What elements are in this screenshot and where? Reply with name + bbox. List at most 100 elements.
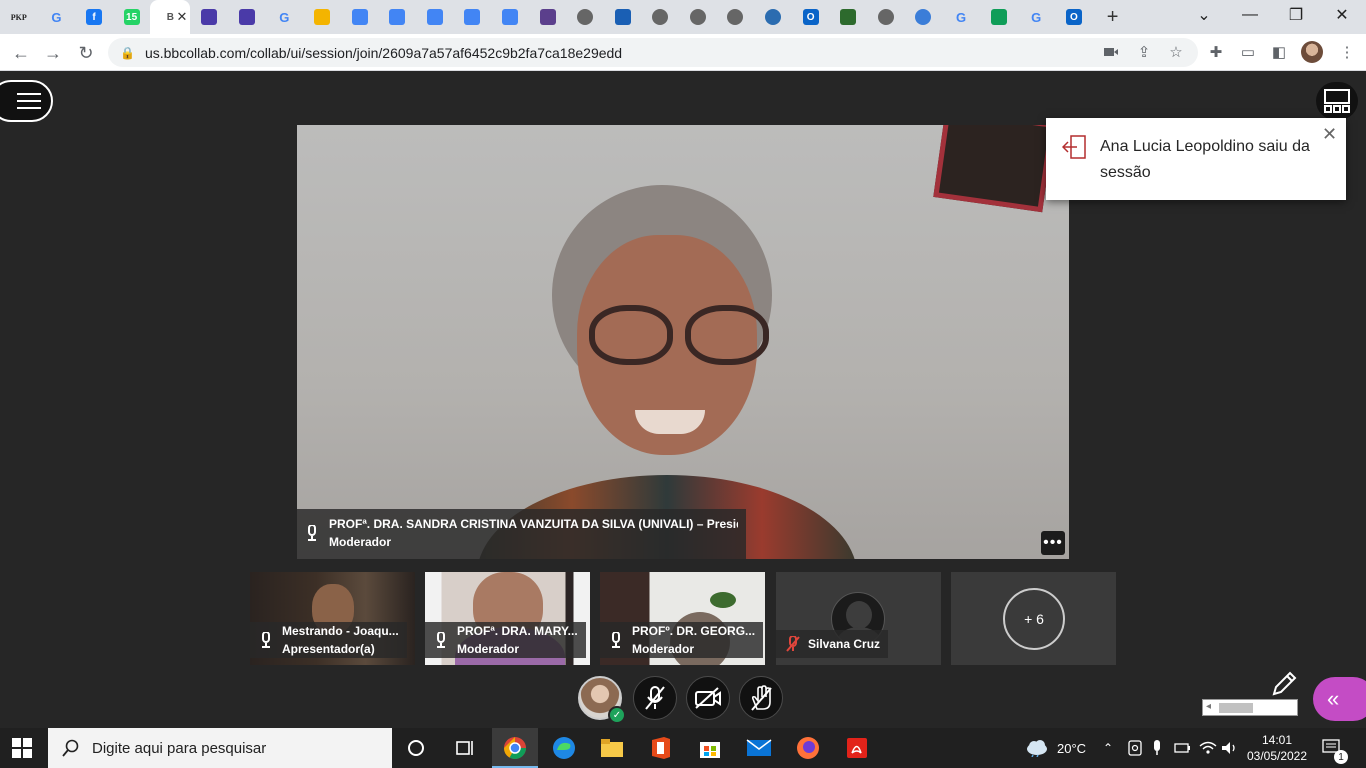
participant-role: Apresentador(a) xyxy=(282,642,375,656)
back-icon[interactable]: ← xyxy=(8,40,34,66)
browser-tab[interactable] xyxy=(905,0,943,34)
browser-tab[interactable] xyxy=(378,0,416,34)
speaker-more-options-button[interactable]: ••• xyxy=(1041,531,1065,555)
browser-tab[interactable] xyxy=(867,0,905,34)
tab-search-icon[interactable]: ⌄ xyxy=(1181,0,1227,30)
browser-tab[interactable] xyxy=(829,0,867,34)
browser-tab[interactable] xyxy=(754,0,792,34)
edge-taskbar-icon[interactable] xyxy=(549,734,579,762)
horizontal-scrollbar[interactable]: ◂ xyxy=(1202,699,1298,716)
browser-tab[interactable]: O xyxy=(1055,0,1093,34)
mail-icon xyxy=(614,9,631,25)
firefox-icon[interactable] xyxy=(793,734,823,762)
chrome-taskbar-icon[interactable] xyxy=(500,734,530,762)
participant-name: Silvana Cruz xyxy=(808,637,881,651)
browser-tab[interactable] xyxy=(717,0,755,34)
scroll-left-icon[interactable]: ◂ xyxy=(1206,701,1211,712)
participant-role: Moderador xyxy=(632,642,695,656)
scrollbar-thumb[interactable] xyxy=(1219,703,1253,713)
microphone-icon xyxy=(260,632,272,648)
forward-icon[interactable]: → xyxy=(40,40,66,66)
raise-hand-button[interactable] xyxy=(739,676,783,720)
share-icon[interactable]: ⇪ xyxy=(1133,41,1155,63)
browser-tab[interactable]: O xyxy=(792,0,830,34)
camera-blocked-icon[interactable] xyxy=(1100,41,1122,63)
browser-tab[interactable]: G xyxy=(38,0,76,34)
extensions-icon[interactable]: ✚ xyxy=(1205,41,1227,63)
browser-tab[interactable] xyxy=(679,0,717,34)
participant-tile[interactable]: PROFª. DRA. MARY... Moderador xyxy=(425,572,590,665)
browser-tab[interactable] xyxy=(566,0,604,34)
more-participants-count[interactable]: + 6 xyxy=(1003,588,1065,650)
microphone-in-use-icon[interactable] xyxy=(1152,728,1162,768)
session-menu-button[interactable] xyxy=(0,80,53,122)
my-status-button[interactable]: ✓ xyxy=(578,676,626,724)
browser-tab[interactable]: f xyxy=(75,0,113,34)
bookmark-star-icon[interactable]: ☆ xyxy=(1165,41,1187,63)
globe-icon xyxy=(877,9,894,25)
browser-tab[interactable]: PKP xyxy=(0,0,38,34)
participant-tile[interactable]: PROFº. DR. GEORG... Moderador xyxy=(600,572,765,665)
show-hidden-icons[interactable]: ⌃ xyxy=(1103,728,1113,768)
browser-tab[interactable] xyxy=(642,0,680,34)
system-clock[interactable]: 14:01 03/05/2022 xyxy=(1244,732,1310,764)
browser-tab[interactable]: 15 xyxy=(113,0,151,34)
close-window-button[interactable]: ✕ xyxy=(1319,0,1365,30)
file-explorer-icon[interactable] xyxy=(597,734,627,762)
google-icon: G xyxy=(51,9,62,25)
profile-avatar[interactable] xyxy=(1301,41,1323,63)
browser-tab[interactable]: G xyxy=(266,0,304,34)
cast-icon[interactable]: ▭ xyxy=(1237,41,1259,63)
volume-icon[interactable] xyxy=(1221,728,1239,768)
new-tab-button[interactable]: + xyxy=(1093,6,1133,29)
layout-toggle-button[interactable] xyxy=(1316,82,1358,120)
menu-kebab-icon[interactable]: ⋮ xyxy=(1336,41,1358,63)
browser-tab[interactable] xyxy=(491,0,529,34)
weather-widget[interactable]: 20°C xyxy=(1025,728,1086,768)
notification-center-button[interactable]: 1 xyxy=(1322,728,1348,768)
task-view-icon[interactable] xyxy=(449,734,479,762)
browser-tab[interactable] xyxy=(454,0,492,34)
drive-icon xyxy=(990,9,1007,25)
open-collaborate-panel-button[interactable]: « xyxy=(1313,677,1366,721)
docs-icon xyxy=(426,9,443,25)
battery-icon[interactable] xyxy=(1174,728,1192,768)
participant-tile[interactable]: Mestrando - Joaqu... Apresentador(a) xyxy=(250,572,415,665)
browser-tab[interactable] xyxy=(980,0,1018,34)
browser-tab[interactable] xyxy=(303,0,341,34)
close-notification-icon[interactable]: ✕ xyxy=(1322,124,1337,145)
mail-icon[interactable] xyxy=(744,734,774,762)
side-panel-icon[interactable]: ◧ xyxy=(1268,41,1290,63)
browser-tab[interactable] xyxy=(190,0,228,34)
close-tab-icon[interactable]: ✕ xyxy=(176,9,187,25)
windows-start-icon[interactable] xyxy=(12,738,32,763)
participant-role: Moderador xyxy=(457,642,520,656)
participant-tile[interactable]: Silvana Cruz xyxy=(776,572,941,665)
microphone-toggle-button[interactable] xyxy=(633,676,677,720)
browser-tab[interactable] xyxy=(228,0,266,34)
reload-icon[interactable]: ↻ xyxy=(73,40,99,66)
browser-tab[interactable] xyxy=(529,0,567,34)
browser-tab[interactable]: G xyxy=(1017,0,1055,34)
acrobat-icon[interactable] xyxy=(842,734,872,762)
office-icon[interactable] xyxy=(646,734,676,762)
store-icon[interactable] xyxy=(695,734,725,762)
browser-tab[interactable]: G xyxy=(942,0,980,34)
meet-now-icon[interactable] xyxy=(1128,728,1142,768)
browser-tab[interactable]: B ✕ xyxy=(150,0,191,34)
google-icon: G xyxy=(279,9,290,25)
address-bar[interactable]: 🔒 us.bbcollab.com/collab/ui/session/join… xyxy=(108,38,1198,67)
browser-tab[interactable] xyxy=(341,0,379,34)
camera-toggle-button[interactable] xyxy=(686,676,730,720)
main-speaker-role: Moderador xyxy=(329,535,392,549)
clock-time: 14:01 xyxy=(1261,733,1293,747)
browser-tab[interactable] xyxy=(416,0,454,34)
taskbar-search-box[interactable]: Digite aqui para pesquisar xyxy=(48,728,392,768)
restore-button[interactable]: ❐ xyxy=(1273,0,1319,30)
browser-tab[interactable] xyxy=(604,0,642,34)
whatsapp-icon: 15 xyxy=(123,9,140,25)
speaker-image xyxy=(477,165,857,559)
minimize-button[interactable]: — xyxy=(1227,0,1273,30)
wifi-icon[interactable] xyxy=(1199,728,1217,768)
cortana-icon[interactable] xyxy=(401,734,431,762)
